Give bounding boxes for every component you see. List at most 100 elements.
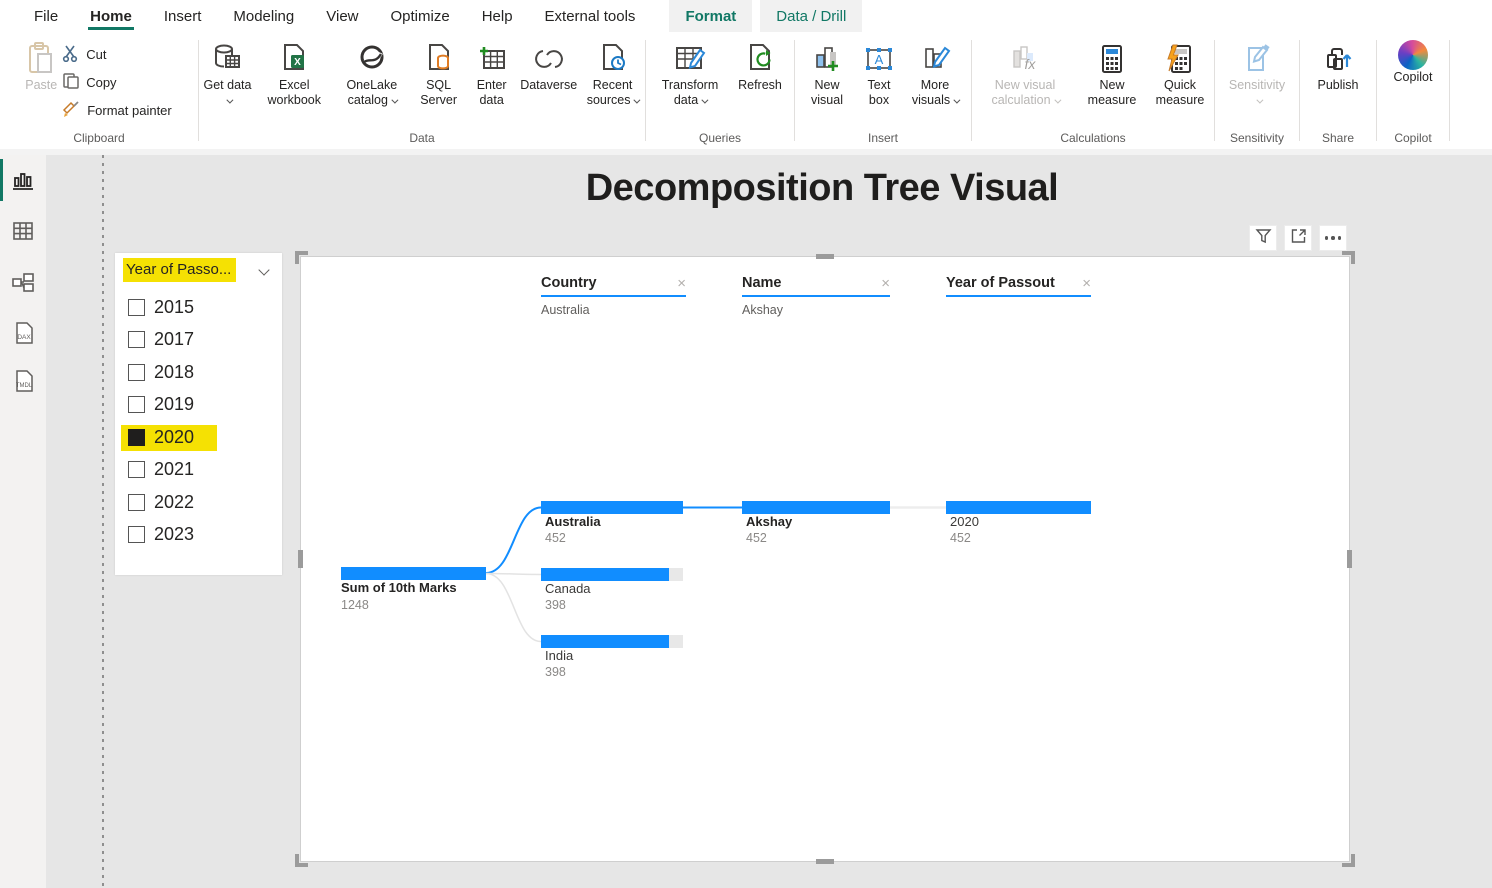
tree-node-canada-label[interactable]: Canada [545, 581, 591, 596]
funnel-icon [1255, 228, 1272, 249]
copilot-button[interactable]: Copilot [1381, 38, 1445, 87]
group-label-calculations: Calculations [972, 129, 1214, 149]
cut-icon [62, 44, 80, 65]
enter-data-button[interactable]: Enter data [466, 38, 517, 110]
report-canvas[interactable]: Decomposition Tree Visual Year of Passo.… [46, 155, 1492, 888]
sidebar-item-tmdl-view[interactable]: TMDL [11, 369, 35, 393]
slicer-item-2017[interactable]: 2017 [123, 324, 274, 357]
file-clock-icon [598, 40, 628, 78]
format-painter-button[interactable]: Format painter [62, 100, 172, 121]
onelake-catalog-button[interactable]: OneLake catalog [333, 38, 412, 110]
ribbon-group-clipboard: Paste Cut Copy Format painter Clipboard [0, 32, 198, 149]
sql-file-icon [424, 40, 454, 78]
menu-tab-modeling[interactable]: Modeling [217, 0, 310, 32]
tree-node-australia-label[interactable]: Australia [545, 514, 601, 529]
text-box-button[interactable]: A Text box [854, 38, 904, 110]
tree-node-2020-bar[interactable] [946, 501, 1091, 514]
menu-tab-format[interactable]: Format [669, 0, 752, 32]
sql-server-button[interactable]: SQL Server [411, 38, 466, 110]
tree-node-root-bar[interactable] [341, 567, 486, 580]
dataverse-button[interactable]: Dataverse [517, 38, 580, 95]
checkbox[interactable] [128, 331, 145, 348]
cut-button[interactable]: Cut [62, 44, 172, 65]
slicer-item-2015[interactable]: 2015 [123, 291, 274, 324]
sidebar-item-dax-query-view[interactable]: DAX [11, 321, 35, 345]
slicer-item-2023[interactable]: 2023 [123, 519, 274, 552]
new-visual-button[interactable]: New visual [800, 38, 854, 110]
menu-bar: File Home Insert Modeling View Optimize … [0, 0, 1492, 32]
page-boundary [102, 155, 104, 888]
checkbox[interactable] [128, 429, 145, 446]
checkbox[interactable] [128, 461, 145, 478]
checkbox[interactable] [128, 526, 145, 543]
table-plus-icon [476, 40, 508, 78]
ribbon-group-queries: Transform data Refresh Queries [646, 32, 794, 149]
menu-tab-help[interactable]: Help [466, 0, 529, 32]
menu-tab-insert[interactable]: Insert [148, 0, 218, 32]
visual-header-toolbar [1249, 225, 1347, 251]
get-data-button[interactable]: Get data [199, 38, 256, 110]
refresh-button[interactable]: Refresh [730, 38, 790, 95]
copy-button[interactable]: Copy [62, 72, 172, 93]
chevron-down-icon [702, 97, 709, 104]
more-visuals-button[interactable]: More visuals [904, 38, 966, 110]
checkbox[interactable] [128, 364, 145, 381]
focus-mode-button[interactable] [1284, 225, 1312, 251]
chevron-down-icon[interactable] [258, 264, 269, 275]
sidebar-item-report-view[interactable] [11, 169, 35, 193]
menu-tab-home[interactable]: Home [74, 0, 148, 32]
slicer-title: Year of Passo... [123, 258, 236, 282]
checkbox[interactable] [128, 299, 145, 316]
tree-node-india-bar[interactable] [541, 635, 683, 648]
ribbon: Paste Cut Copy Format painter Clipboard [0, 32, 1492, 155]
ribbon-group-calculations: fx New visual calculation New measure Qu… [972, 32, 1214, 149]
menu-tab-optimize[interactable]: Optimize [375, 0, 466, 32]
transform-data-button[interactable]: Transform data [650, 38, 730, 110]
slicer-item-2018[interactable]: 2018 [123, 356, 274, 389]
sidebar-item-table-view[interactable] [11, 219, 35, 243]
publish-button[interactable]: Publish [1306, 38, 1370, 95]
tree-node-root-label[interactable]: Sum of 10th Marks [341, 580, 457, 595]
filter-button[interactable] [1249, 225, 1277, 251]
tree-node-australia-bar[interactable] [541, 501, 683, 514]
sidebar-item-model-view[interactable] [11, 271, 35, 295]
decomposition-tree-visual[interactable]: Country × Australia Name × Akshay Year o… [300, 256, 1350, 862]
menu-tab-view[interactable]: View [310, 0, 374, 32]
tree-node-akshay-label[interactable]: Akshay [746, 514, 792, 529]
slicer-item-2020[interactable]: 2020 [123, 421, 274, 454]
sensitivity-tag-icon [1241, 40, 1273, 78]
new-measure-button[interactable]: New measure [1077, 38, 1147, 110]
paste-button[interactable]: Paste [22, 38, 60, 95]
chevron-down-icon [634, 97, 641, 104]
menu-tab-external-tools[interactable]: External tools [529, 0, 652, 32]
checkbox[interactable] [128, 494, 145, 511]
table-view-icon [11, 230, 35, 247]
recent-sources-button[interactable]: Recent sources [580, 38, 645, 110]
menu-tab-file[interactable]: File [18, 0, 74, 32]
more-options-button[interactable] [1319, 225, 1347, 251]
ribbon-separator [1449, 40, 1450, 141]
model-view-icon [11, 282, 37, 299]
excel-file-icon: X [279, 40, 309, 78]
text-box-icon: A [863, 40, 895, 78]
new-visual-calculation-button[interactable]: fx New visual calculation [973, 38, 1077, 110]
checkbox[interactable] [128, 396, 145, 413]
database-icon [211, 40, 243, 78]
tree-node-india-label[interactable]: India [545, 648, 573, 663]
quick-measure-button[interactable]: Quick measure [1147, 38, 1213, 110]
slicer-item-2021[interactable]: 2021 [123, 454, 274, 487]
sensitivity-button[interactable]: Sensitivity [1217, 38, 1297, 110]
svg-text:A: A [875, 52, 884, 67]
slicer-item-2022[interactable]: 2022 [123, 486, 274, 519]
menu-tab-data-drill[interactable]: Data / Drill [760, 0, 862, 32]
excel-workbook-button[interactable]: X Excel workbook [256, 38, 333, 110]
tree-node-canada-value: 398 [545, 598, 566, 612]
tree-node-canada-bar[interactable] [541, 568, 683, 581]
ribbon-group-sensitivity: Sensitivity Sensitivity [1215, 32, 1299, 149]
tree-node-akshay-value: 452 [746, 531, 767, 545]
tree-node-akshay-bar[interactable] [742, 501, 890, 514]
ellipsis-icon [1325, 236, 1342, 240]
slicer-item-2019[interactable]: 2019 [123, 389, 274, 422]
year-slicer-visual[interactable]: Year of Passo... 2015 2017 2018 [115, 253, 282, 575]
tree-node-2020-label[interactable]: 2020 [950, 514, 979, 529]
